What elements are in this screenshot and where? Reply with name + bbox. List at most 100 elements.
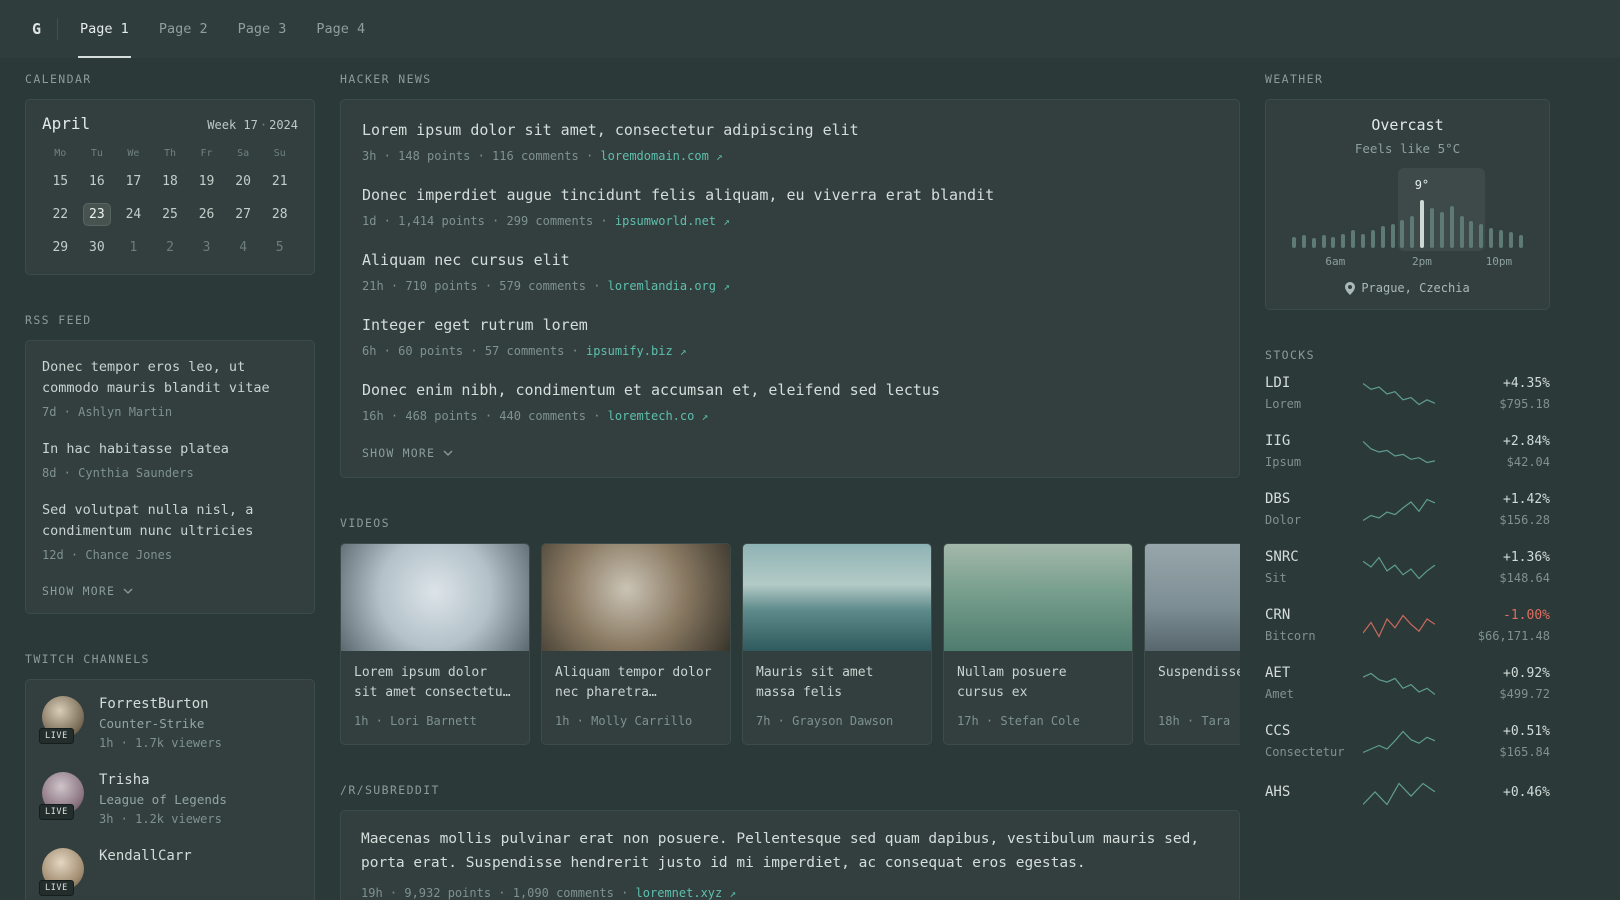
hn-domain-link[interactable]: loremtech.co ↗ [608,409,709,423]
sparkline-svg [1362,498,1435,522]
rss-item-title[interactable]: Sed volutpat nulla nisl, a condimentum n… [42,500,298,542]
twitch-channel-name[interactable]: Trisha [99,772,227,788]
video-title[interactable]: Lorem ipsum dolor sit amet consectetu… [354,663,516,703]
tab-page-1[interactable]: Page 1 [78,0,131,58]
stock-row[interactable]: LDI Lorem +4.35% $795.18 [1265,375,1550,413]
stock-row[interactable]: SNRC Sit +1.36% $148.64 [1265,549,1550,587]
stock-symbol: SNRC [1265,549,1299,565]
rss-item-meta: 8d · Cynthia Saunders [42,465,194,480]
video-card[interactable]: Aliquam tempor dolor nec pharetra… 1h · M… [541,543,731,746]
calendar-day: 18 [162,174,178,189]
tab-page-3[interactable]: Page 3 [238,0,287,58]
nav-divider [57,18,59,40]
video-thumbnail [743,544,931,651]
external-link-icon: ↗ [701,409,709,423]
hn-card: Lorem ipsum dolor sit amet, consectetur … [340,99,1240,478]
hn-domain-link[interactable]: ipsumify.biz ↗ [586,344,687,358]
rss-item-title[interactable]: In hac habitasse platea [42,439,298,460]
twitch-channel-name[interactable]: KendallCarr [99,848,192,864]
calendar-week-year: Week 17 · 2024 [207,118,298,132]
video-card[interactable]: Lorem ipsum dolor sit amet consectetu… 1h… [340,543,530,746]
subreddit-widget-title: /R/SUBREDDIT [340,783,440,798]
reddit-domain-link[interactable]: loremnet.xyz ↗ [636,886,737,900]
right-column: WEATHER Overcast Feels like 5°C 9° 6am 2p… [1265,72,1550,845]
calendar-widget: CALENDAR April Week 17 · 2024 Mo Tu We Th Fr Sa… [25,72,315,275]
nav-tabs: Page 1 Page 2 Page 3 Page 4 [78,0,365,58]
video-card[interactable]: Nullam posuere cursus ex 17h · Stefan Col… [943,543,1133,746]
hn-meta-text: 16h · 468 points · 440 comments · [362,408,608,423]
hn-item-title[interactable]: Donec enim nibh, condimentum et accumsan… [362,379,1218,402]
rss-item-title[interactable]: Donec tempor eros leo, ut commodo mauris… [42,357,298,399]
reddit-card: Maecenas mollis pulvinar erat non posuer… [340,810,1240,900]
weather-location-label: Prague, Czechia [1361,281,1470,295]
sparkline-svg [1362,730,1435,754]
video-thumbnail [1145,544,1240,651]
video-title[interactable]: Aliquam tempor dolor nec pharetra… [555,663,717,703]
stock-symbol: DBS [1265,491,1291,507]
live-badge: LIVE [39,879,74,896]
hn-domain-link[interactable]: loremdomain.com ↗ [600,149,722,163]
tab-page-4[interactable]: Page 4 [316,0,365,58]
weather-bar [1459,216,1464,248]
tab-page-2[interactable]: Page 2 [159,0,208,58]
stock-info: AET Amet [1265,665,1353,703]
stock-name: Bitcorn [1265,629,1316,643]
weather-bar [1449,206,1454,248]
weather-bar [1321,235,1326,248]
reddit-post-title[interactable]: Maecenas mollis pulvinar erat non posuer… [361,828,1219,875]
hn-list: Lorem ipsum dolor sit amet, consectetur … [362,119,1218,425]
twitch-card: LIVE ForrestBurton Counter-Strike 1h · 1.7k… [25,678,315,900]
hn-show-more-label: SHOW MORE [362,446,436,460]
video-title[interactable]: Mauris sit amet massa felis [756,663,918,703]
stock-row[interactable]: IIG Ipsum +2.84% $42.04 [1265,433,1550,471]
calendar-day: 26 [198,207,215,222]
video-card[interactable]: Suspendisse diam 18h · Tara [1144,543,1240,746]
weather-bar [1351,230,1356,248]
sparkline-svg [1362,441,1435,464]
video-title[interactable]: Nullam posuere cursus ex [957,663,1119,703]
stock-row[interactable]: CCS Consectetur +0.51% $165.84 [1265,723,1550,761]
hn-item-title[interactable]: Integer eget rutrum lorem [362,314,1218,337]
app-logo[interactable]: G [26,0,57,58]
twitch-channel: LIVE ForrestBurton Counter-Strike 1h · 1.7k… [39,695,298,752]
weather-times: 6am 2pm 10pm [1292,255,1523,270]
reddit-post-meta: 19h · 9,932 points · 1,090 comments · lo… [361,884,1219,900]
rss-show-more-button[interactable]: SHOW MORE [42,584,133,598]
chevron-down-icon [443,450,453,456]
stock-row[interactable]: AET Amet +0.92% $499.72 [1265,665,1550,703]
hn-show-more-button[interactable]: SHOW MORE [362,446,453,460]
top-nav: G Page 1 Page 2 Page 3 Page 4 [0,0,1620,58]
hn-meta-text: 1d · 1,414 points · 299 comments · [362,213,615,228]
calendar-day: 20 [235,174,251,189]
stock-row[interactable]: AHS +0.46% [1265,781,1550,807]
stock-sparkline [1353,613,1444,639]
hn-domain-link[interactable]: ipsumworld.net ↗ [615,214,730,228]
video-title[interactable]: Suspendisse diam [1158,663,1240,703]
weather-bar [1400,220,1405,248]
sparkline-svg [1362,672,1435,695]
video-body: Suspendisse diam 18h · Tara [1145,651,1240,744]
hn-item-title[interactable]: Lorem ipsum dolor sit amet, consectetur … [362,119,1218,142]
external-link-icon: ↗ [723,279,730,293]
hn-domain-link[interactable]: loremlandia.org ↗ [608,279,730,293]
left-column: CALENDAR April Week 17 · 2024 Mo Tu We Th Fr Sa… [25,72,315,900]
stock-row[interactable]: CRN Bitcorn -1.00% $66,171.48 [1265,607,1550,645]
video-thumbnail [542,544,730,651]
stock-row[interactable]: DBS Dolor +1.42% $156.28 [1265,491,1550,529]
avatar: LIVE [39,771,84,820]
videos-widget-title: VIDEOS [340,516,390,530]
stock-symbol: AET [1265,665,1291,681]
weather-widget: WEATHER Overcast Feels like 5°C 9° 6am 2p… [1265,72,1550,310]
rss-show-more-label: SHOW MORE [42,583,116,598]
twitch-channel-name[interactable]: ForrestBurton [99,696,222,712]
hn-item-title[interactable]: Aliquam nec cursus elit [362,249,1218,272]
dot-separator: · [259,118,268,132]
hn-widget-title: HACKER NEWS [340,72,432,86]
twitch-meta: 1h · 1.7k viewers [99,735,222,750]
calendar-month: April [42,114,91,133]
rss-card: Donec tempor eros leo, ut commodo mauris… [25,340,315,614]
hn-item-title[interactable]: Donec imperdiet augue tincidunt felis al… [362,184,1218,207]
avatar: LIVE [39,847,84,896]
weather-bars [1292,200,1523,248]
video-card[interactable]: Mauris sit amet massa felis 7h · Grayson … [742,543,932,746]
